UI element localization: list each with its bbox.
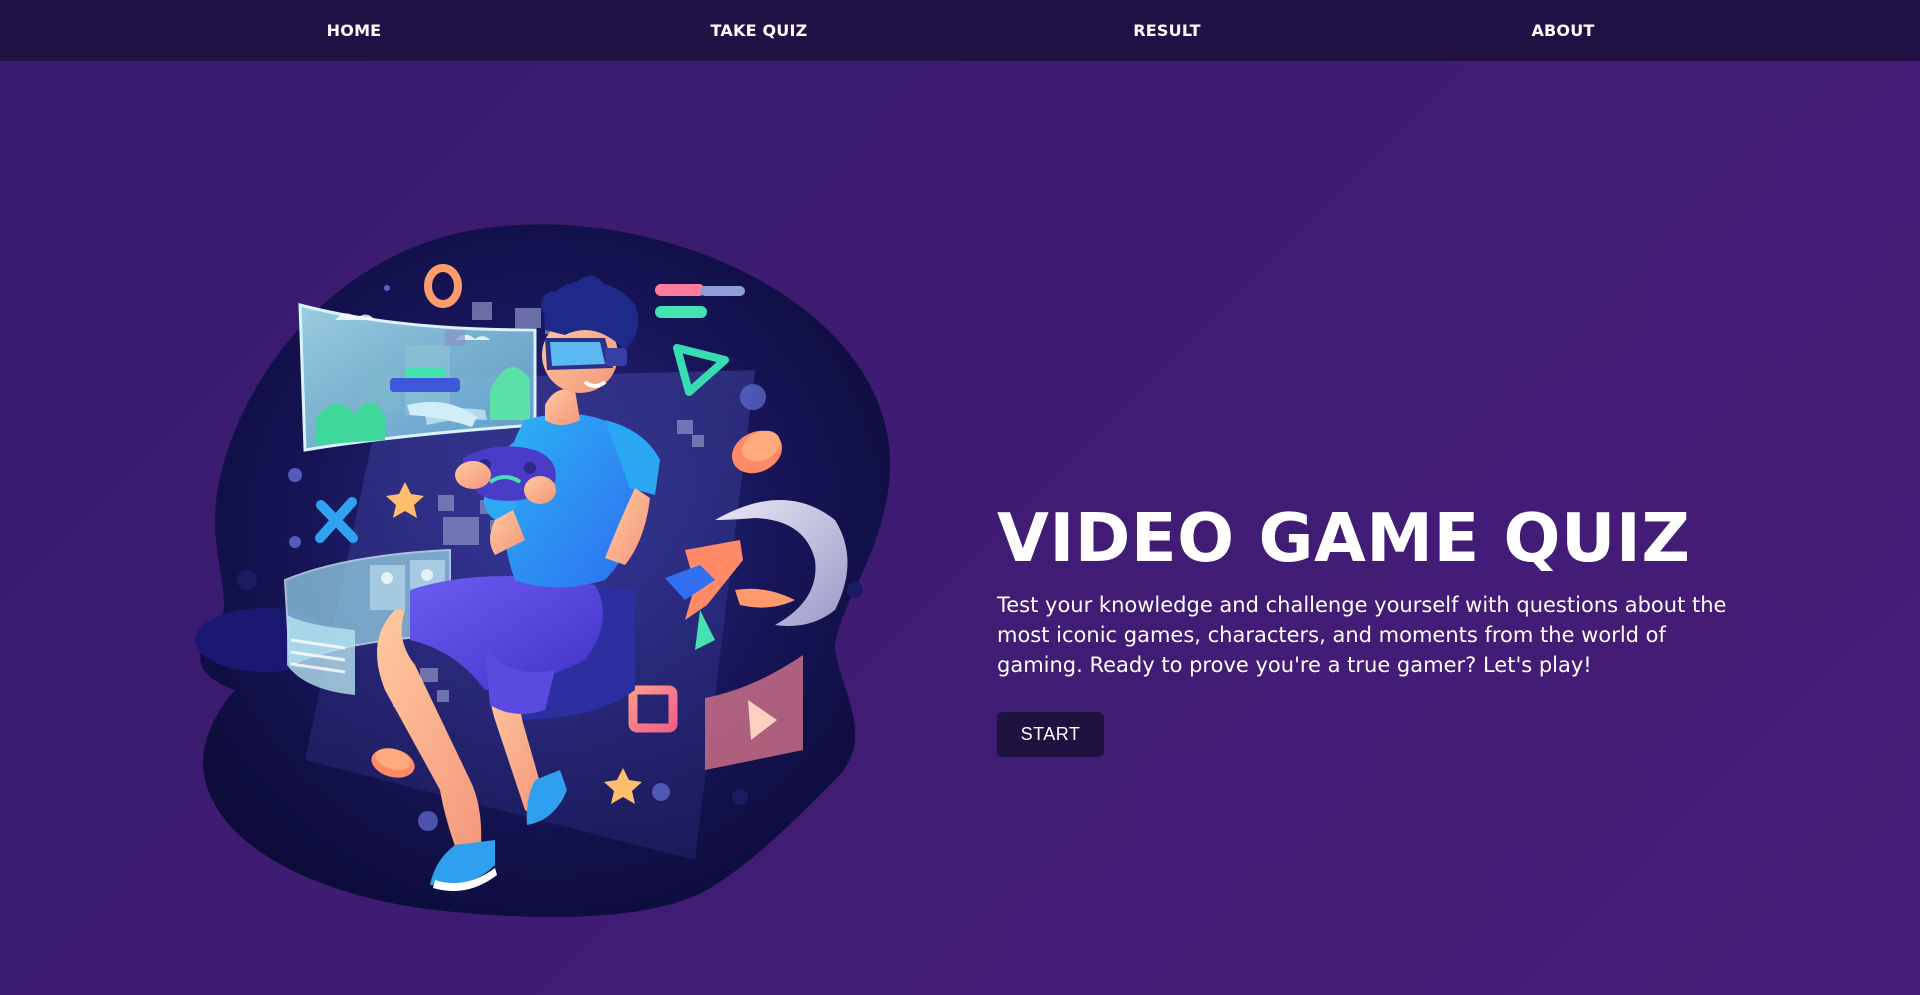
nav-about-link[interactable]: ABOUT [1531,0,1594,61]
hero-title: VIDEO GAME QUIZ [997,499,1691,577]
nav-home-link[interactable]: HOME [327,0,382,61]
hero-description: Test your knowledge and challenge yourse… [997,593,1727,677]
hero-section: VIDEO GAME QUIZ Test your knowledge and … [997,498,1757,757]
top-navbar: HOME TAKE QUIZ RESULT ABOUT [0,0,1920,61]
vr-gamer-illustration [195,220,905,925]
nav-take-quiz-link[interactable]: TAKE QUIZ [711,0,808,61]
start-button[interactable]: START [997,712,1104,757]
nav-result-link[interactable]: RESULT [1133,0,1200,61]
